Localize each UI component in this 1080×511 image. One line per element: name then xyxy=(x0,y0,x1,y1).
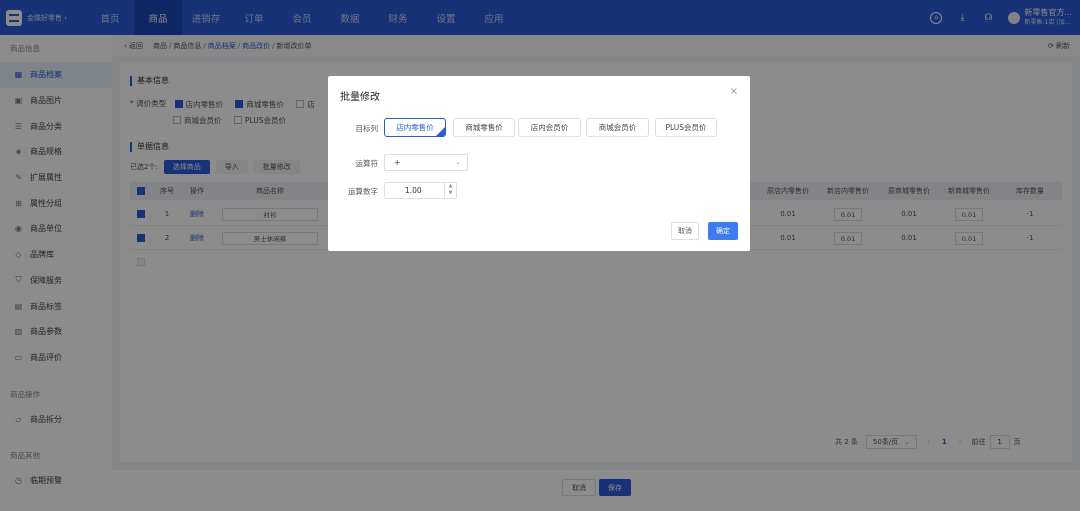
stepper-arrows[interactable]: ▲ ▼ xyxy=(444,183,456,198)
batch-edit-dialog: 批量修改 × 目标列 店内零售价 商城零售价 店内会员价 商城会员价 PLUS会… xyxy=(328,76,750,251)
chevron-down-icon: ⌄ xyxy=(455,158,461,166)
number-label: 运算数字 xyxy=(348,187,378,196)
dialog-title: 批量修改 xyxy=(340,92,380,103)
operator-select[interactable]: + ⌄ xyxy=(384,154,468,171)
operator-label: 运算符 xyxy=(355,159,379,168)
increment-icon[interactable]: ▲ xyxy=(445,183,456,190)
target-plus-member[interactable]: PLUS会员价 xyxy=(655,118,717,137)
decrement-icon[interactable]: ▼ xyxy=(445,190,456,197)
target-column-label: 目标列 xyxy=(355,124,379,133)
operator-value: + xyxy=(394,158,401,167)
number-stepper[interactable]: 1.00 ▲ ▼ xyxy=(384,182,457,199)
dialog-confirm-button[interactable]: 确定 xyxy=(708,222,738,240)
dialog-cancel-button[interactable]: 取消 xyxy=(671,222,699,240)
close-icon[interactable]: × xyxy=(730,86,738,97)
target-mall-member[interactable]: 商城会员价 xyxy=(586,118,649,137)
target-store-retail[interactable]: 店内零售价 xyxy=(384,118,446,137)
target-store-member[interactable]: 店内会员价 xyxy=(518,118,581,137)
target-mall-retail[interactable]: 商城零售价 xyxy=(453,118,515,137)
number-value: 1.00 xyxy=(405,186,422,195)
